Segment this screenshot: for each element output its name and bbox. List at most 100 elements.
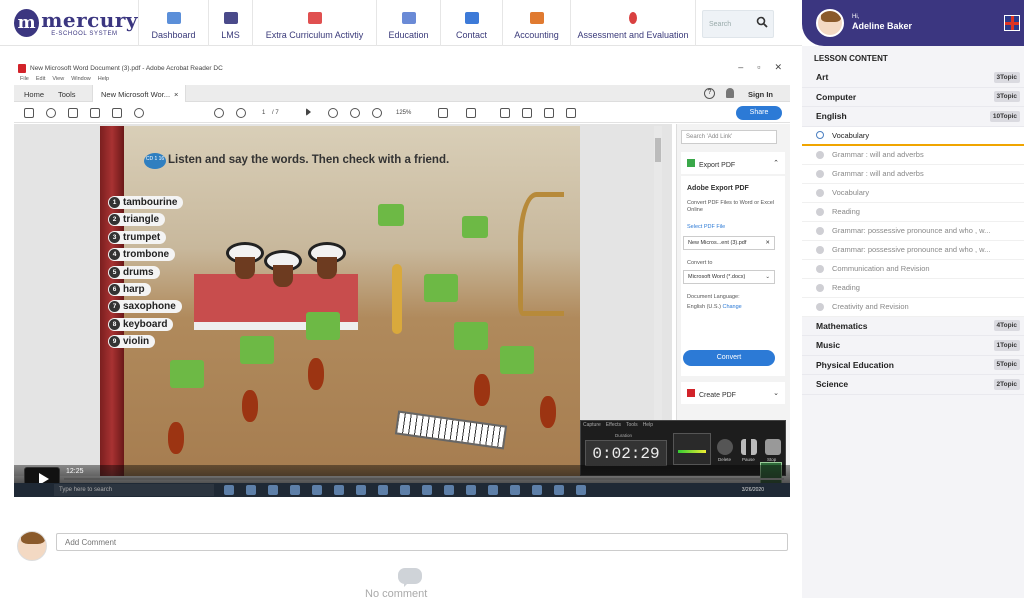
subject-mathematics[interactable]: Mathematics 4Topic	[802, 316, 1024, 336]
taskbar-app-icon[interactable]	[444, 485, 454, 495]
taskbar-app-icon[interactable]	[356, 485, 366, 495]
pause-icon[interactable]	[741, 439, 757, 455]
video-progress-bar[interactable]	[64, 478, 784, 480]
nav-assessment[interactable]: Assessment and Evaluation	[570, 0, 696, 46]
nav-extra-curriculum[interactable]: Extra Curriculum Activtiy	[252, 0, 376, 46]
tools-search-input[interactable]: Search 'Add Link'	[681, 130, 777, 144]
tab-home[interactable]: Home	[24, 85, 44, 102]
nav-education[interactable]: Education	[376, 0, 440, 46]
taskbar-app-icon[interactable]	[334, 485, 344, 495]
recorder-menu-help[interactable]: Help	[643, 422, 653, 428]
zoom-level[interactable]: 125%	[396, 110, 411, 116]
taskbar-search-input[interactable]: Type here to search	[54, 484, 214, 496]
stop-icon[interactable]	[765, 439, 781, 455]
convert-button[interactable]: Convert	[683, 350, 775, 366]
topic-item[interactable]: Reading	[802, 202, 1024, 222]
subject-computer[interactable]: Computer 3Topic	[802, 87, 1024, 107]
sign-in-button[interactable]: Sign In	[748, 85, 773, 102]
upload-icon[interactable]	[68, 108, 78, 118]
taskbar-app-icon[interactable]	[224, 485, 234, 495]
export-pdf-tool[interactable]: Export PDF ⌃	[681, 152, 785, 174]
expand-icon[interactable]: ⌄	[773, 389, 779, 397]
draw-icon[interactable]	[544, 108, 554, 118]
nav-dashboard[interactable]: Dashboard	[138, 0, 208, 46]
topic-item[interactable]: Communication and Revision	[802, 259, 1024, 279]
taskbar-app-icon[interactable]	[378, 485, 388, 495]
topic-item[interactable]: Reading	[802, 278, 1024, 298]
menu-edit[interactable]: Edit	[36, 76, 45, 82]
remove-file-icon[interactable]: ✕	[765, 240, 770, 246]
star-icon[interactable]	[46, 108, 56, 118]
topic-item[interactable]: Grammar : will and adverbs	[802, 164, 1024, 184]
logo[interactable]: m mercury E-SCHOOL SYSTEM	[0, 0, 138, 46]
convert-to-select[interactable]: Microsoft Word (*.docx) ⌄	[683, 270, 775, 284]
nav-contact[interactable]: Contact	[440, 0, 502, 46]
save-icon[interactable]	[24, 108, 34, 118]
zoom-out-icon[interactable]	[350, 108, 360, 118]
fit-page-icon[interactable]	[438, 108, 448, 118]
zoom-in-icon[interactable]	[372, 108, 382, 118]
nav-accounting[interactable]: Accounting	[502, 0, 570, 46]
close-icon[interactable]: ✕	[774, 62, 782, 73]
page-number-input[interactable]: 1	[262, 110, 265, 116]
collapse-icon[interactable]: ⌃	[773, 159, 779, 167]
user-profile[interactable]: Hi, Adeline Baker	[802, 0, 1024, 46]
hand-icon[interactable]	[328, 108, 338, 118]
recorder-menu-tools[interactable]: Tools	[626, 422, 638, 428]
delete-recording-icon[interactable]	[717, 439, 733, 455]
subject-art[interactable]: Art 3Topic	[802, 68, 1024, 88]
page-down-icon[interactable]	[236, 108, 246, 118]
taskbar-app-icon[interactable]	[554, 485, 564, 495]
menu-window[interactable]: Window	[71, 76, 91, 82]
topic-item[interactable]: Grammar: possessive pronounce and who , …	[802, 221, 1024, 241]
scroll-mode-icon[interactable]	[466, 108, 476, 118]
nav-lms[interactable]: LMS	[208, 0, 252, 46]
bell-icon[interactable]	[726, 88, 734, 98]
taskbar-app-icon[interactable]	[268, 485, 278, 495]
tab-tools[interactable]: Tools	[58, 85, 76, 102]
taskbar-app-icon[interactable]	[290, 485, 300, 495]
document-viewer[interactable]: CD 1 16 Listen and say the words. Then c…	[14, 124, 672, 476]
subject-science[interactable]: Science 2Topic	[802, 375, 1024, 395]
page-up-icon[interactable]	[214, 108, 224, 118]
taskbar-app-icon[interactable]	[422, 485, 432, 495]
taskbar-app-icon[interactable]	[532, 485, 542, 495]
mail-icon[interactable]	[112, 108, 122, 118]
taskbar-app-icon[interactable]	[246, 485, 256, 495]
sign-icon[interactable]	[566, 108, 576, 118]
recorder-menu-capture[interactable]: Capture	[583, 422, 601, 428]
subject-english[interactable]: English 10Topic	[802, 107, 1024, 127]
maximize-icon[interactable]: ▫	[757, 62, 760, 73]
language-flag-icon[interactable]	[1004, 15, 1020, 31]
select-cursor-icon[interactable]	[306, 108, 311, 116]
subject-physical-education[interactable]: Physical Education 5Topic	[802, 355, 1024, 375]
minimize-icon[interactable]: –	[738, 62, 743, 73]
comment-icon[interactable]	[500, 108, 510, 118]
topic-item[interactable]: Grammar: possessive pronounce and who , …	[802, 240, 1024, 260]
add-comment-input[interactable]	[56, 533, 788, 551]
taskbar-app-icon[interactable]	[312, 485, 322, 495]
taskbar-app-icon[interactable]	[466, 485, 476, 495]
taskbar-app-icon[interactable]	[488, 485, 498, 495]
share-button[interactable]: Share	[736, 106, 782, 120]
taskbar-app-icon[interactable]	[400, 485, 410, 495]
search-icon[interactable]	[756, 16, 768, 28]
taskbar-app-icon[interactable]	[510, 485, 520, 495]
topic-item[interactable]: Vocabulary	[802, 183, 1024, 203]
topic-item[interactable]: Grammar : will and adverbs	[802, 145, 1024, 165]
create-pdf-tool[interactable]: Create PDF ⌄	[681, 382, 785, 404]
tab-document[interactable]: New Microsoft Wor... ×	[92, 85, 186, 102]
menu-help[interactable]: Help	[98, 76, 109, 82]
menu-view[interactable]: View	[52, 76, 64, 82]
topic-item[interactable]: Creativity and Revision	[802, 297, 1024, 317]
subject-music[interactable]: Music 1Topic	[802, 336, 1024, 356]
zoom-search-icon[interactable]	[134, 108, 144, 118]
menu-file[interactable]: File	[20, 76, 29, 82]
selected-file-field[interactable]: New Micros...ent (3).pdf ✕	[683, 236, 775, 250]
help-icon[interactable]: ?	[704, 88, 715, 99]
recorder-menu-effects[interactable]: Effects	[606, 422, 621, 428]
highlight-icon[interactable]	[522, 108, 532, 118]
taskbar-app-icon[interactable]	[576, 485, 586, 495]
close-tab-icon[interactable]: ×	[174, 90, 178, 99]
print-icon[interactable]	[90, 108, 100, 118]
